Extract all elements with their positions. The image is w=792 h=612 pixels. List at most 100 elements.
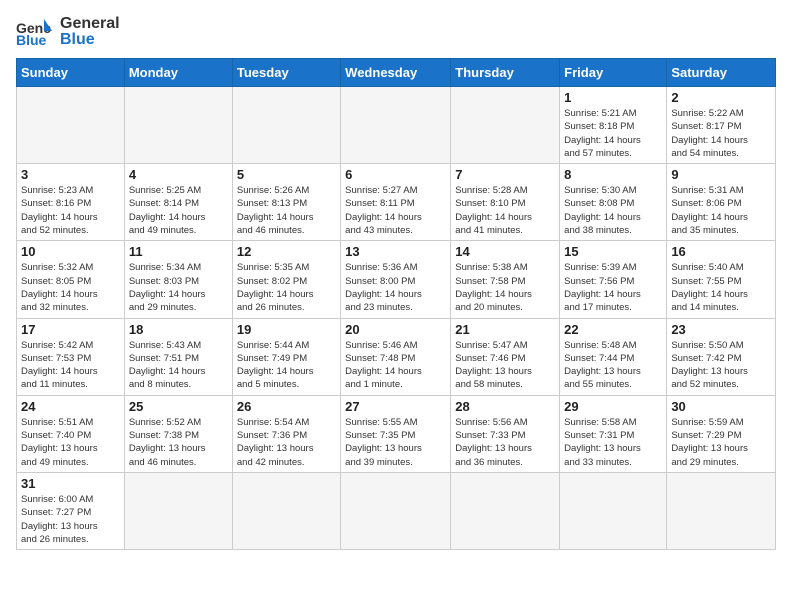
day-info: Sunrise: 5:32 AM Sunset: 8:05 PM Dayligh… <box>21 261 120 314</box>
day-info: Sunrise: 5:42 AM Sunset: 7:53 PM Dayligh… <box>21 339 120 392</box>
calendar-cell: 16Sunrise: 5:40 AM Sunset: 7:55 PM Dayli… <box>667 241 776 318</box>
day-number: 2 <box>671 90 771 105</box>
calendar-table: SundayMondayTuesdayWednesdayThursdayFrid… <box>16 58 776 550</box>
calendar-cell <box>17 87 125 164</box>
logo: General Blue General Blue <box>16 16 120 48</box>
calendar-cell <box>124 87 232 164</box>
calendar-row-2: 3Sunrise: 5:23 AM Sunset: 8:16 PM Daylig… <box>17 164 776 241</box>
calendar-cell: 23 Sunrise: 5:50 AM Sunset: 7:42 PM Dayli… <box>667 318 776 395</box>
calendar-cell: 22Sunrise: 5:48 AM Sunset: 7:44 PM Dayli… <box>560 318 667 395</box>
day-info: Sunrise: 5:50 AM Sunset: 7:42 PM Dayligh… <box>671 339 771 392</box>
calendar-cell: 24 Sunrise: 5:51 AM Sunset: 7:40 PM Dayli… <box>17 395 125 472</box>
weekday-header-saturday: Saturday <box>667 59 776 87</box>
calendar-cell <box>124 472 232 549</box>
day-number: 20 <box>345 322 446 337</box>
calendar-cell: 14 Sunrise: 5:38 AM Sunset: 7:58 PM Dayli… <box>451 241 560 318</box>
svg-text:Blue: Blue <box>16 32 47 47</box>
day-number: 14 <box>455 244 555 259</box>
day-info: Sunrise: 5:52 AM Sunset: 7:38 PM Dayligh… <box>129 416 228 469</box>
weekday-header-thursday: Thursday <box>451 59 560 87</box>
calendar-cell: 25 Sunrise: 5:52 AM Sunset: 7:38 PM Dayli… <box>124 395 232 472</box>
day-number: 19 <box>237 322 336 337</box>
weekday-header-wednesday: Wednesday <box>341 59 451 87</box>
header: General Blue General Blue <box>16 16 776 48</box>
day-number: 10 <box>21 244 120 259</box>
day-number: 17 <box>21 322 120 337</box>
day-number: 15 <box>564 244 662 259</box>
day-info: Sunrise: 5:36 AM Sunset: 8:00 PM Dayligh… <box>345 261 446 314</box>
day-info: Sunrise: 5:47 AM Sunset: 7:46 PM Dayligh… <box>455 339 555 392</box>
day-number: 4 <box>129 167 228 182</box>
day-number: 18 <box>129 322 228 337</box>
day-number: 26 <box>237 399 336 414</box>
calendar-cell: 29Sunrise: 5:58 AM Sunset: 7:31 PM Dayli… <box>560 395 667 472</box>
day-number: 16 <box>671 244 771 259</box>
weekday-header-sunday: Sunday <box>17 59 125 87</box>
day-info: Sunrise: 5:55 AM Sunset: 7:35 PM Dayligh… <box>345 416 446 469</box>
day-number: 29 <box>564 399 662 414</box>
calendar-cell <box>341 472 451 549</box>
day-number: 25 <box>129 399 228 414</box>
calendar-cell <box>341 87 451 164</box>
calendar-cell <box>560 472 667 549</box>
day-number: 31 <box>21 476 120 491</box>
day-info: Sunrise: 5:39 AM Sunset: 7:56 PM Dayligh… <box>564 261 662 314</box>
logo-svg: General Blue <box>16 17 52 47</box>
calendar-cell <box>451 87 560 164</box>
day-info: Sunrise: 5:35 AM Sunset: 8:02 PM Dayligh… <box>237 261 336 314</box>
day-number: 24 <box>21 399 120 414</box>
day-info: Sunrise: 5:43 AM Sunset: 7:51 PM Dayligh… <box>129 339 228 392</box>
calendar-cell <box>232 87 340 164</box>
day-info: Sunrise: 5:23 AM Sunset: 8:16 PM Dayligh… <box>21 184 120 237</box>
day-number: 28 <box>455 399 555 414</box>
day-number: 27 <box>345 399 446 414</box>
calendar-cell: 6Sunrise: 5:27 AM Sunset: 8:11 PM Daylig… <box>341 164 451 241</box>
day-info: Sunrise: 5:59 AM Sunset: 7:29 PM Dayligh… <box>671 416 771 469</box>
day-info: Sunrise: 5:34 AM Sunset: 8:03 PM Dayligh… <box>129 261 228 314</box>
day-info: Sunrise: 5:25 AM Sunset: 8:14 PM Dayligh… <box>129 184 228 237</box>
calendar-cell: 12 Sunrise: 5:35 AM Sunset: 8:02 PM Dayli… <box>232 241 340 318</box>
calendar-cell: 1Sunrise: 5:21 AM Sunset: 8:18 PM Daylig… <box>560 87 667 164</box>
day-info: Sunrise: 5:30 AM Sunset: 8:08 PM Dayligh… <box>564 184 662 237</box>
weekday-header-friday: Friday <box>560 59 667 87</box>
calendar-row-5: 24 Sunrise: 5:51 AM Sunset: 7:40 PM Dayli… <box>17 395 776 472</box>
day-number: 12 <box>237 244 336 259</box>
day-number: 23 <box>671 322 771 337</box>
calendar-row-1: 1Sunrise: 5:21 AM Sunset: 8:18 PM Daylig… <box>17 87 776 164</box>
calendar-cell: 27 Sunrise: 5:55 AM Sunset: 7:35 PM Dayli… <box>341 395 451 472</box>
day-info: Sunrise: 5:26 AM Sunset: 8:13 PM Dayligh… <box>237 184 336 237</box>
calendar-cell: 9Sunrise: 5:31 AM Sunset: 8:06 PM Daylig… <box>667 164 776 241</box>
day-info: Sunrise: 5:28 AM Sunset: 8:10 PM Dayligh… <box>455 184 555 237</box>
day-number: 22 <box>564 322 662 337</box>
calendar-row-4: 17 Sunrise: 5:42 AM Sunset: 7:53 PM Dayli… <box>17 318 776 395</box>
calendar-cell: 26 Sunrise: 5:54 AM Sunset: 7:36 PM Dayli… <box>232 395 340 472</box>
day-number: 5 <box>237 167 336 182</box>
day-info: Sunrise: 5:54 AM Sunset: 7:36 PM Dayligh… <box>237 416 336 469</box>
calendar-cell: 3Sunrise: 5:23 AM Sunset: 8:16 PM Daylig… <box>17 164 125 241</box>
calendar-row-6: 31Sunrise: 6:00 AM Sunset: 7:27 PM Dayli… <box>17 472 776 549</box>
day-info: Sunrise: 5:27 AM Sunset: 8:11 PM Dayligh… <box>345 184 446 237</box>
calendar-cell: 30Sunrise: 5:59 AM Sunset: 7:29 PM Dayli… <box>667 395 776 472</box>
calendar-cell: 31Sunrise: 6:00 AM Sunset: 7:27 PM Dayli… <box>17 472 125 549</box>
calendar-cell: 7Sunrise: 5:28 AM Sunset: 8:10 PM Daylig… <box>451 164 560 241</box>
day-number: 13 <box>345 244 446 259</box>
day-info: Sunrise: 5:51 AM Sunset: 7:40 PM Dayligh… <box>21 416 120 469</box>
calendar-cell: 19Sunrise: 5:44 AM Sunset: 7:49 PM Dayli… <box>232 318 340 395</box>
calendar-cell: 5 Sunrise: 5:26 AM Sunset: 8:13 PM Daylig… <box>232 164 340 241</box>
day-info: Sunrise: 5:22 AM Sunset: 8:17 PM Dayligh… <box>671 107 771 160</box>
calendar-cell: 4 Sunrise: 5:25 AM Sunset: 8:14 PM Daylig… <box>124 164 232 241</box>
day-info: Sunrise: 5:56 AM Sunset: 7:33 PM Dayligh… <box>455 416 555 469</box>
day-info: Sunrise: 5:46 AM Sunset: 7:48 PM Dayligh… <box>345 339 446 392</box>
weekday-header-monday: Monday <box>124 59 232 87</box>
calendar-row-3: 10 Sunrise: 5:32 AM Sunset: 8:05 PM Dayli… <box>17 241 776 318</box>
day-number: 21 <box>455 322 555 337</box>
day-number: 1 <box>564 90 662 105</box>
day-info: Sunrise: 5:38 AM Sunset: 7:58 PM Dayligh… <box>455 261 555 314</box>
calendar-cell: 18 Sunrise: 5:43 AM Sunset: 7:51 PM Dayli… <box>124 318 232 395</box>
calendar-cell <box>232 472 340 549</box>
day-number: 8 <box>564 167 662 182</box>
calendar-cell: 21 Sunrise: 5:47 AM Sunset: 7:46 PM Dayli… <box>451 318 560 395</box>
calendar-cell: 28 Sunrise: 5:56 AM Sunset: 7:33 PM Dayli… <box>451 395 560 472</box>
calendar-cell: 2 Sunrise: 5:22 AM Sunset: 8:17 PM Daylig… <box>667 87 776 164</box>
calendar-cell: 8 Sunrise: 5:30 AM Sunset: 8:08 PM Daylig… <box>560 164 667 241</box>
